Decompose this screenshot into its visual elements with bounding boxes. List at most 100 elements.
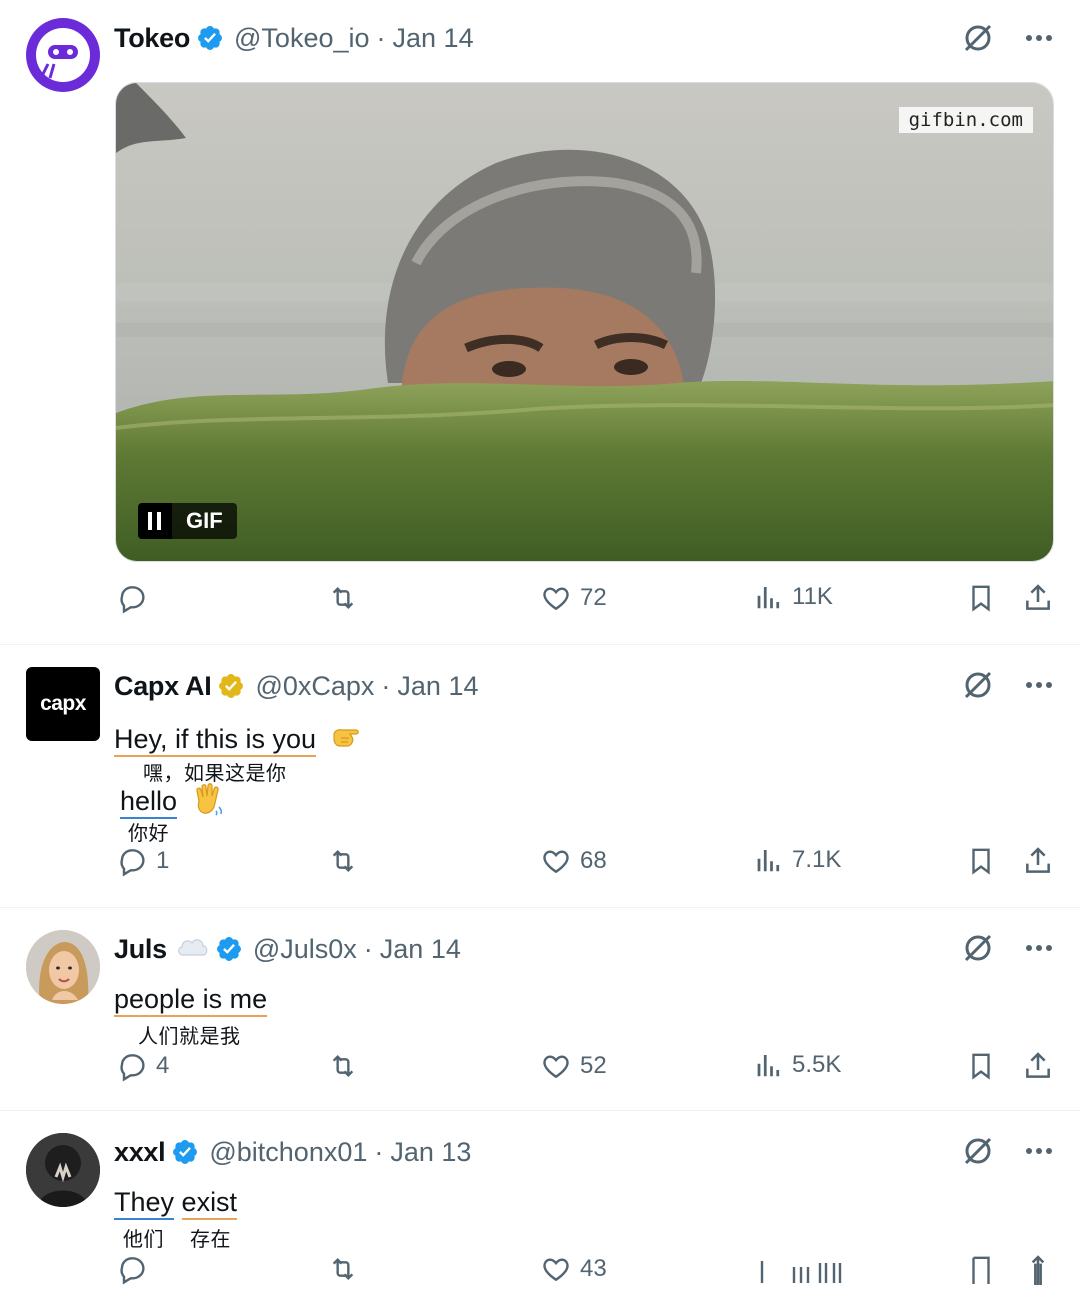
- action-bar: 72 11K: [114, 582, 1054, 626]
- author-name[interactable]: Capx AI: [114, 671, 212, 702]
- reply-button[interactable]: 1: [116, 845, 169, 877]
- share-icon: [1031, 1255, 1045, 1285]
- reply-icon: [120, 586, 145, 614]
- post-juls[interactable]: Juls @Juls0x · Jan 14 people is me 人们就是我…: [0, 908, 1080, 1111]
- views-icon: [757, 850, 780, 872]
- avatar[interactable]: [26, 18, 100, 92]
- repost-icon: [332, 1257, 354, 1281]
- like-count: 72: [580, 584, 607, 611]
- repost-icon: [332, 849, 354, 873]
- repost-button[interactable]: [326, 1050, 360, 1082]
- like-icon: [543, 587, 569, 611]
- views-icon: [760, 1261, 842, 1283]
- like-count: 68: [580, 847, 607, 874]
- post-text-word: They: [114, 1187, 175, 1220]
- views-icon: [757, 587, 780, 609]
- more-icon[interactable]: [1024, 680, 1054, 690]
- post-date[interactable]: Jan 14: [393, 23, 474, 54]
- more-icon[interactable]: [1024, 1146, 1054, 1156]
- bookmark-icon: [972, 585, 990, 612]
- more-icon[interactable]: [1024, 33, 1054, 43]
- translation-text: 你好: [128, 821, 169, 845]
- post-text-line: Hey, if this is you: [114, 721, 364, 760]
- share-icon: [1026, 1052, 1050, 1078]
- like-button[interactable]: 72: [540, 582, 607, 614]
- grok-icon[interactable]: [960, 1133, 996, 1169]
- post-date[interactable]: Jan 14: [380, 934, 461, 965]
- repost-button[interactable]: [326, 845, 360, 877]
- verified-badge-icon: [171, 1138, 199, 1166]
- action-bar: 43: [114, 1253, 1054, 1297]
- post-date[interactable]: Jan 14: [397, 671, 478, 702]
- post-header: Capx AI @0xCapx · Jan 14: [114, 666, 478, 706]
- author-handle[interactable]: @Juls0x: [253, 934, 357, 965]
- translation-text: 存在: [190, 1227, 231, 1251]
- cloud-emoji-icon: [175, 933, 209, 966]
- gif-media[interactable]: gifbin.com GIF: [115, 82, 1054, 562]
- waving-hand-emoji-icon: [191, 781, 225, 824]
- like-button[interactable]: 52: [540, 1050, 607, 1082]
- share-button[interactable]: [1022, 845, 1054, 877]
- avatar[interactable]: [26, 930, 100, 1004]
- more-icon[interactable]: [1024, 943, 1054, 953]
- gif-badge[interactable]: GIF: [138, 503, 237, 539]
- author-handle[interactable]: @0xCapx: [255, 671, 374, 702]
- like-icon: [543, 1055, 569, 1079]
- like-count: 52: [580, 1052, 607, 1079]
- post-text: hello: [120, 785, 178, 819]
- repost-button[interactable]: [326, 1253, 360, 1285]
- share-icon: [1026, 847, 1050, 873]
- author-name[interactable]: Tokeo: [114, 23, 190, 54]
- bookmark-button[interactable]: [966, 845, 996, 877]
- bookmark-icon: [972, 1053, 990, 1080]
- pointing-hand-emoji-icon: [330, 721, 364, 760]
- post-text-word: exist: [181, 1187, 238, 1220]
- post-header: xxxl @bitchonx01 · Jan 13: [114, 1132, 471, 1172]
- post-capx[interactable]: capx Capx AI @0xCapx · Jan 14 Hey, if th…: [0, 645, 1080, 908]
- grok-icon[interactable]: [960, 20, 996, 56]
- bookmark-button[interactable]: [966, 1050, 996, 1082]
- avatar[interactable]: capx: [26, 667, 100, 741]
- author-name[interactable]: Juls: [114, 934, 167, 965]
- views-button[interactable]: [754, 1253, 852, 1283]
- action-bar: 1 68 7.1K: [114, 845, 1054, 889]
- reply-icon: [120, 849, 145, 877]
- pause-icon[interactable]: [138, 503, 172, 539]
- separator: ·: [381, 670, 391, 701]
- author-handle[interactable]: @Tokeo_io: [234, 23, 370, 54]
- views-button[interactable]: 5.5K: [754, 1050, 841, 1080]
- translation-text: 他们: [123, 1227, 164, 1251]
- like-count: 43: [580, 1255, 607, 1282]
- share-button[interactable]: [1022, 582, 1054, 614]
- view-count: 5.5K: [792, 1051, 842, 1078]
- share-button[interactable]: [1022, 1253, 1054, 1285]
- author-handle[interactable]: @bitchonx01: [209, 1137, 367, 1168]
- like-button[interactable]: 43: [540, 1253, 607, 1285]
- bookmark-button[interactable]: [966, 1253, 996, 1285]
- post-xxxl[interactable]: xxxl @bitchonx01 · Jan 13 They exist 他们 …: [0, 1111, 1080, 1312]
- grok-icon[interactable]: [960, 930, 996, 966]
- repost-icon: [332, 1054, 354, 1078]
- reply-button[interactable]: 4: [116, 1050, 169, 1082]
- author-name[interactable]: xxxl: [114, 1137, 166, 1168]
- bookmark-button[interactable]: [966, 582, 996, 614]
- share-button[interactable]: [1022, 1050, 1054, 1082]
- avatar-text: capx: [40, 692, 86, 715]
- views-button[interactable]: 7.1K: [754, 845, 841, 875]
- views-button[interactable]: 11K: [754, 582, 833, 612]
- post-text: people is me: [114, 984, 268, 1017]
- separator: ·: [376, 22, 386, 53]
- bookmark-icon: [972, 848, 990, 875]
- avatar[interactable]: [26, 1133, 100, 1207]
- translation-text: 人们就是我: [138, 1024, 241, 1048]
- reply-button[interactable]: [116, 1253, 156, 1285]
- reply-button[interactable]: [116, 582, 156, 614]
- view-count: 11K: [792, 583, 833, 610]
- verified-gold-badge-icon: [217, 672, 245, 700]
- post-date[interactable]: Jan 13: [390, 1137, 471, 1168]
- repost-button[interactable]: [326, 582, 360, 614]
- grok-icon[interactable]: [960, 667, 996, 703]
- post-tokeo[interactable]: Tokeo @Tokeo_io · Jan 14 gifbin.com GIF …: [0, 0, 1080, 645]
- gif-label: GIF: [172, 503, 237, 539]
- like-button[interactable]: 68: [540, 845, 607, 877]
